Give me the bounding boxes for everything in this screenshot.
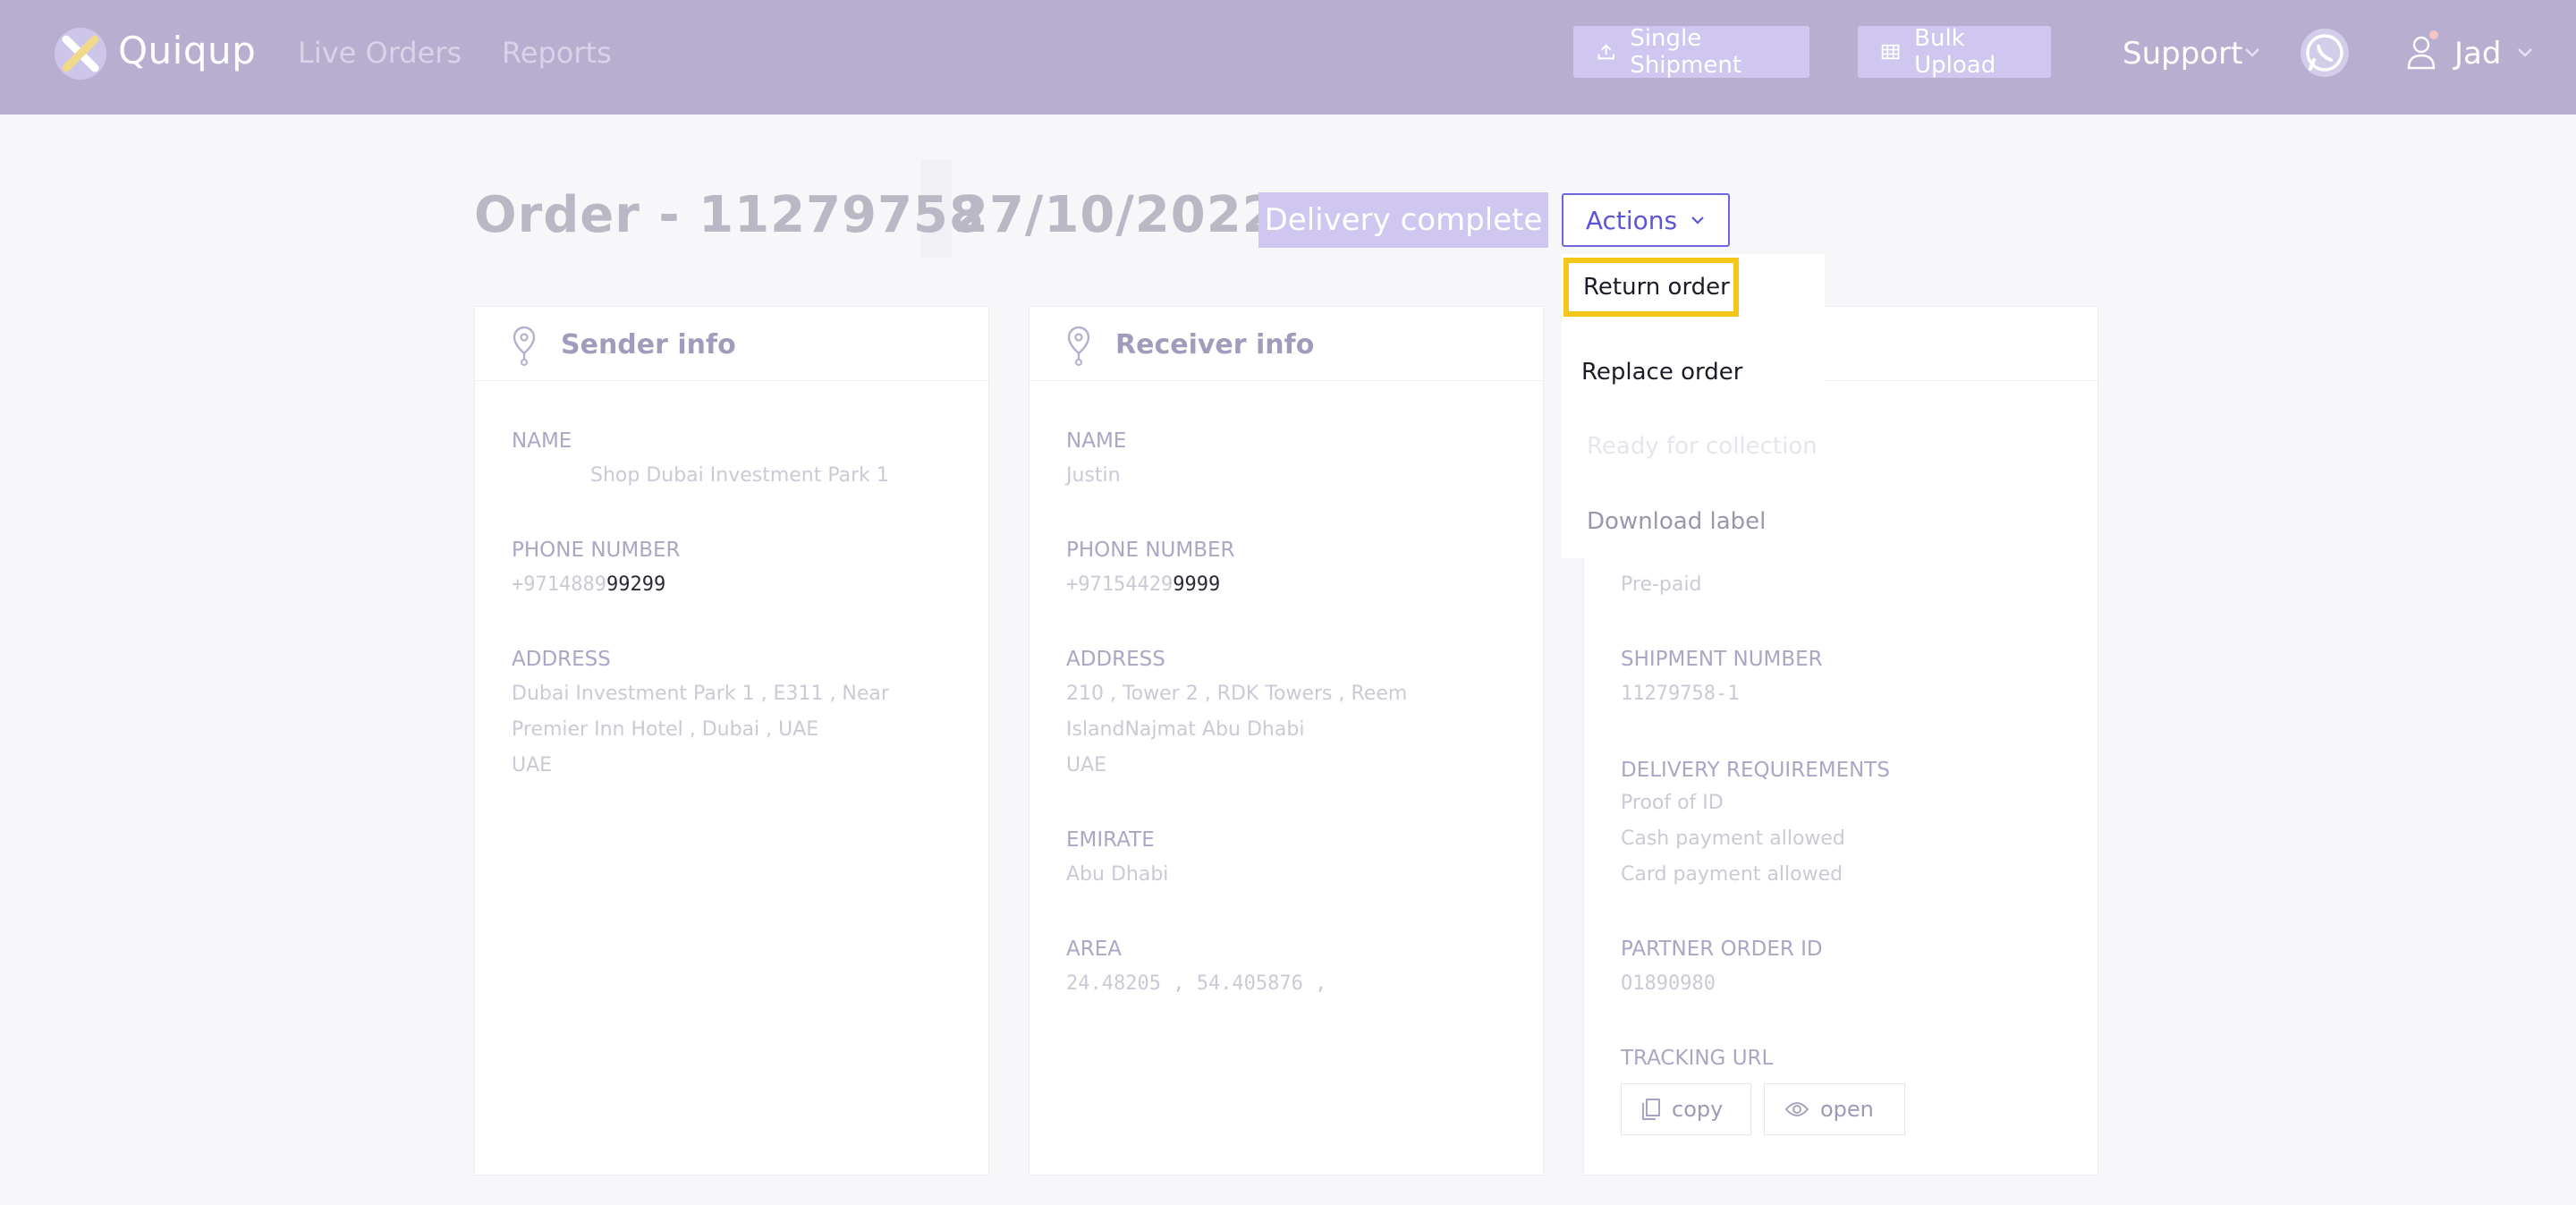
receiver-card-header: Receiver info [1030, 307, 1543, 381]
delivery-requirements-label: DELIVERY REQUIREMENTS [1621, 759, 1890, 782]
receiver-address-label: ADDRESS [1066, 648, 1165, 671]
receiver-area: 24.48205 , 54.405876 , [1066, 972, 1327, 995]
open-label: open [1820, 1097, 1874, 1122]
bulk-upload-button[interactable]: Bulk Upload [1858, 25, 2051, 79]
sender-address-line-1: Dubai Investment Park 1 , E311 , Near [512, 683, 889, 705]
shipment-number: 11279758-1 [1621, 683, 1740, 705]
actions-label: Actions [1585, 205, 1678, 235]
sender-address-line-3: UAE [512, 754, 553, 776]
sender-address-line-2: Premier Inn Hotel , Dubai , UAE [512, 718, 819, 741]
receiver-address-line-3: UAE [1066, 754, 1107, 776]
sender-card-title: Sender info [561, 329, 736, 361]
chevron-down-icon [1691, 216, 1704, 225]
tracking-url-label: TRACKING URL [1621, 1047, 1774, 1070]
receiver-name-label: NAME [1066, 429, 1127, 453]
status-badge: Delivery complete [1258, 192, 1548, 248]
partner-order-label: PARTNER ORDER ID [1621, 938, 1823, 961]
copy-label: copy [1672, 1097, 1724, 1122]
requirement-proof-of-id: Proof of ID [1621, 792, 1724, 814]
sender-phone-end: 99 [641, 573, 666, 596]
sender-address-label: ADDRESS [512, 648, 611, 671]
quiqup-logo-icon[interactable] [54, 27, 107, 81]
receiver-phone-end: 99 [1196, 573, 1221, 596]
menu-item-download-label[interactable]: Download label [1587, 508, 1766, 535]
order-date: 27/10/2022 [953, 186, 1278, 244]
sender-card-header: Sender info [475, 307, 988, 381]
open-tracking-button[interactable]: open [1764, 1083, 1905, 1135]
sender-phone-part: +9714889 [512, 573, 606, 596]
whatsapp-icon[interactable] [2299, 27, 2351, 79]
shipment-number-label: SHIPMENT NUMBER [1621, 648, 1823, 671]
support-chevron-down-icon[interactable] [2243, 47, 2261, 59]
receiver-phone-part: +97154429 [1066, 573, 1174, 596]
payment-type: Pre-paid [1621, 573, 1702, 596]
location-pin-icon [1067, 326, 1090, 366]
user-chevron-down-icon[interactable] [2516, 47, 2534, 59]
receiver-area-label: AREA [1066, 938, 1122, 961]
brand-name[interactable]: Quiqup [118, 29, 256, 72]
requirement-card: Card payment allowed [1621, 863, 1843, 886]
user-name[interactable]: Jad [2454, 36, 2501, 72]
receiver-phone-label: PHONE NUMBER [1066, 539, 1235, 562]
receiver-phone: +971544299999 [1066, 567, 1220, 603]
single-shipment-button[interactable]: Single Shipment [1573, 25, 1809, 79]
eye-icon [1784, 1102, 1809, 1116]
actions-button[interactable]: Actions [1562, 193, 1730, 247]
receiver-emirate-label: EMIRATE [1066, 828, 1155, 852]
grid-icon [1881, 44, 1900, 60]
receiver-card-title: Receiver info [1115, 329, 1315, 361]
receiver-address-line-1: 210 , Tower 2 , RDK Towers , Reem [1066, 683, 1408, 705]
single-shipment-label: Single Shipment [1630, 25, 1742, 79]
receiver-address-line-2: IslandNajmat Abu Dhabi [1066, 718, 1305, 741]
menu-item-return-order[interactable]: Return order [1563, 258, 1739, 317]
receiver-phone-highlight: 99 [1173, 573, 1197, 596]
partner-order-id: O1890980 [1621, 972, 1716, 995]
top-nav: Quiqup Live Orders Reports Single Shipme… [0, 0, 2576, 115]
receiver-name: Justin [1066, 464, 1121, 487]
nav-live-orders[interactable]: Live Orders [298, 36, 462, 70]
menu-item-replace-order[interactable]: Replace order [1581, 359, 1742, 386]
requirement-cash: Cash payment allowed [1621, 827, 1845, 850]
sender-name-label: NAME [512, 429, 572, 453]
user-avatar-icon[interactable] [2406, 34, 2436, 70]
notification-dot [2429, 30, 2438, 39]
upload-icon [1597, 44, 1614, 60]
bulk-upload-label: Bulk Upload [1914, 25, 1996, 79]
sender-name: Shop Dubai Investment Park 1 [590, 464, 889, 487]
receiver-emirate: Abu Dhabi [1066, 863, 1169, 886]
sender-phone-label: PHONE NUMBER [512, 539, 681, 562]
order-title: Order - 11279758 [474, 186, 985, 244]
location-pin-icon [513, 326, 536, 366]
sender-phone-highlight: 992 [606, 573, 642, 596]
copy-icon [1642, 1099, 1660, 1120]
nav-reports[interactable]: Reports [502, 36, 612, 70]
copy-tracking-button[interactable]: copy [1621, 1083, 1751, 1135]
sender-phone: +971488999299 [512, 567, 665, 603]
support-menu[interactable]: Support [2123, 36, 2242, 72]
menu-item-ready-for-collection[interactable]: Ready for collection [1587, 433, 1818, 460]
